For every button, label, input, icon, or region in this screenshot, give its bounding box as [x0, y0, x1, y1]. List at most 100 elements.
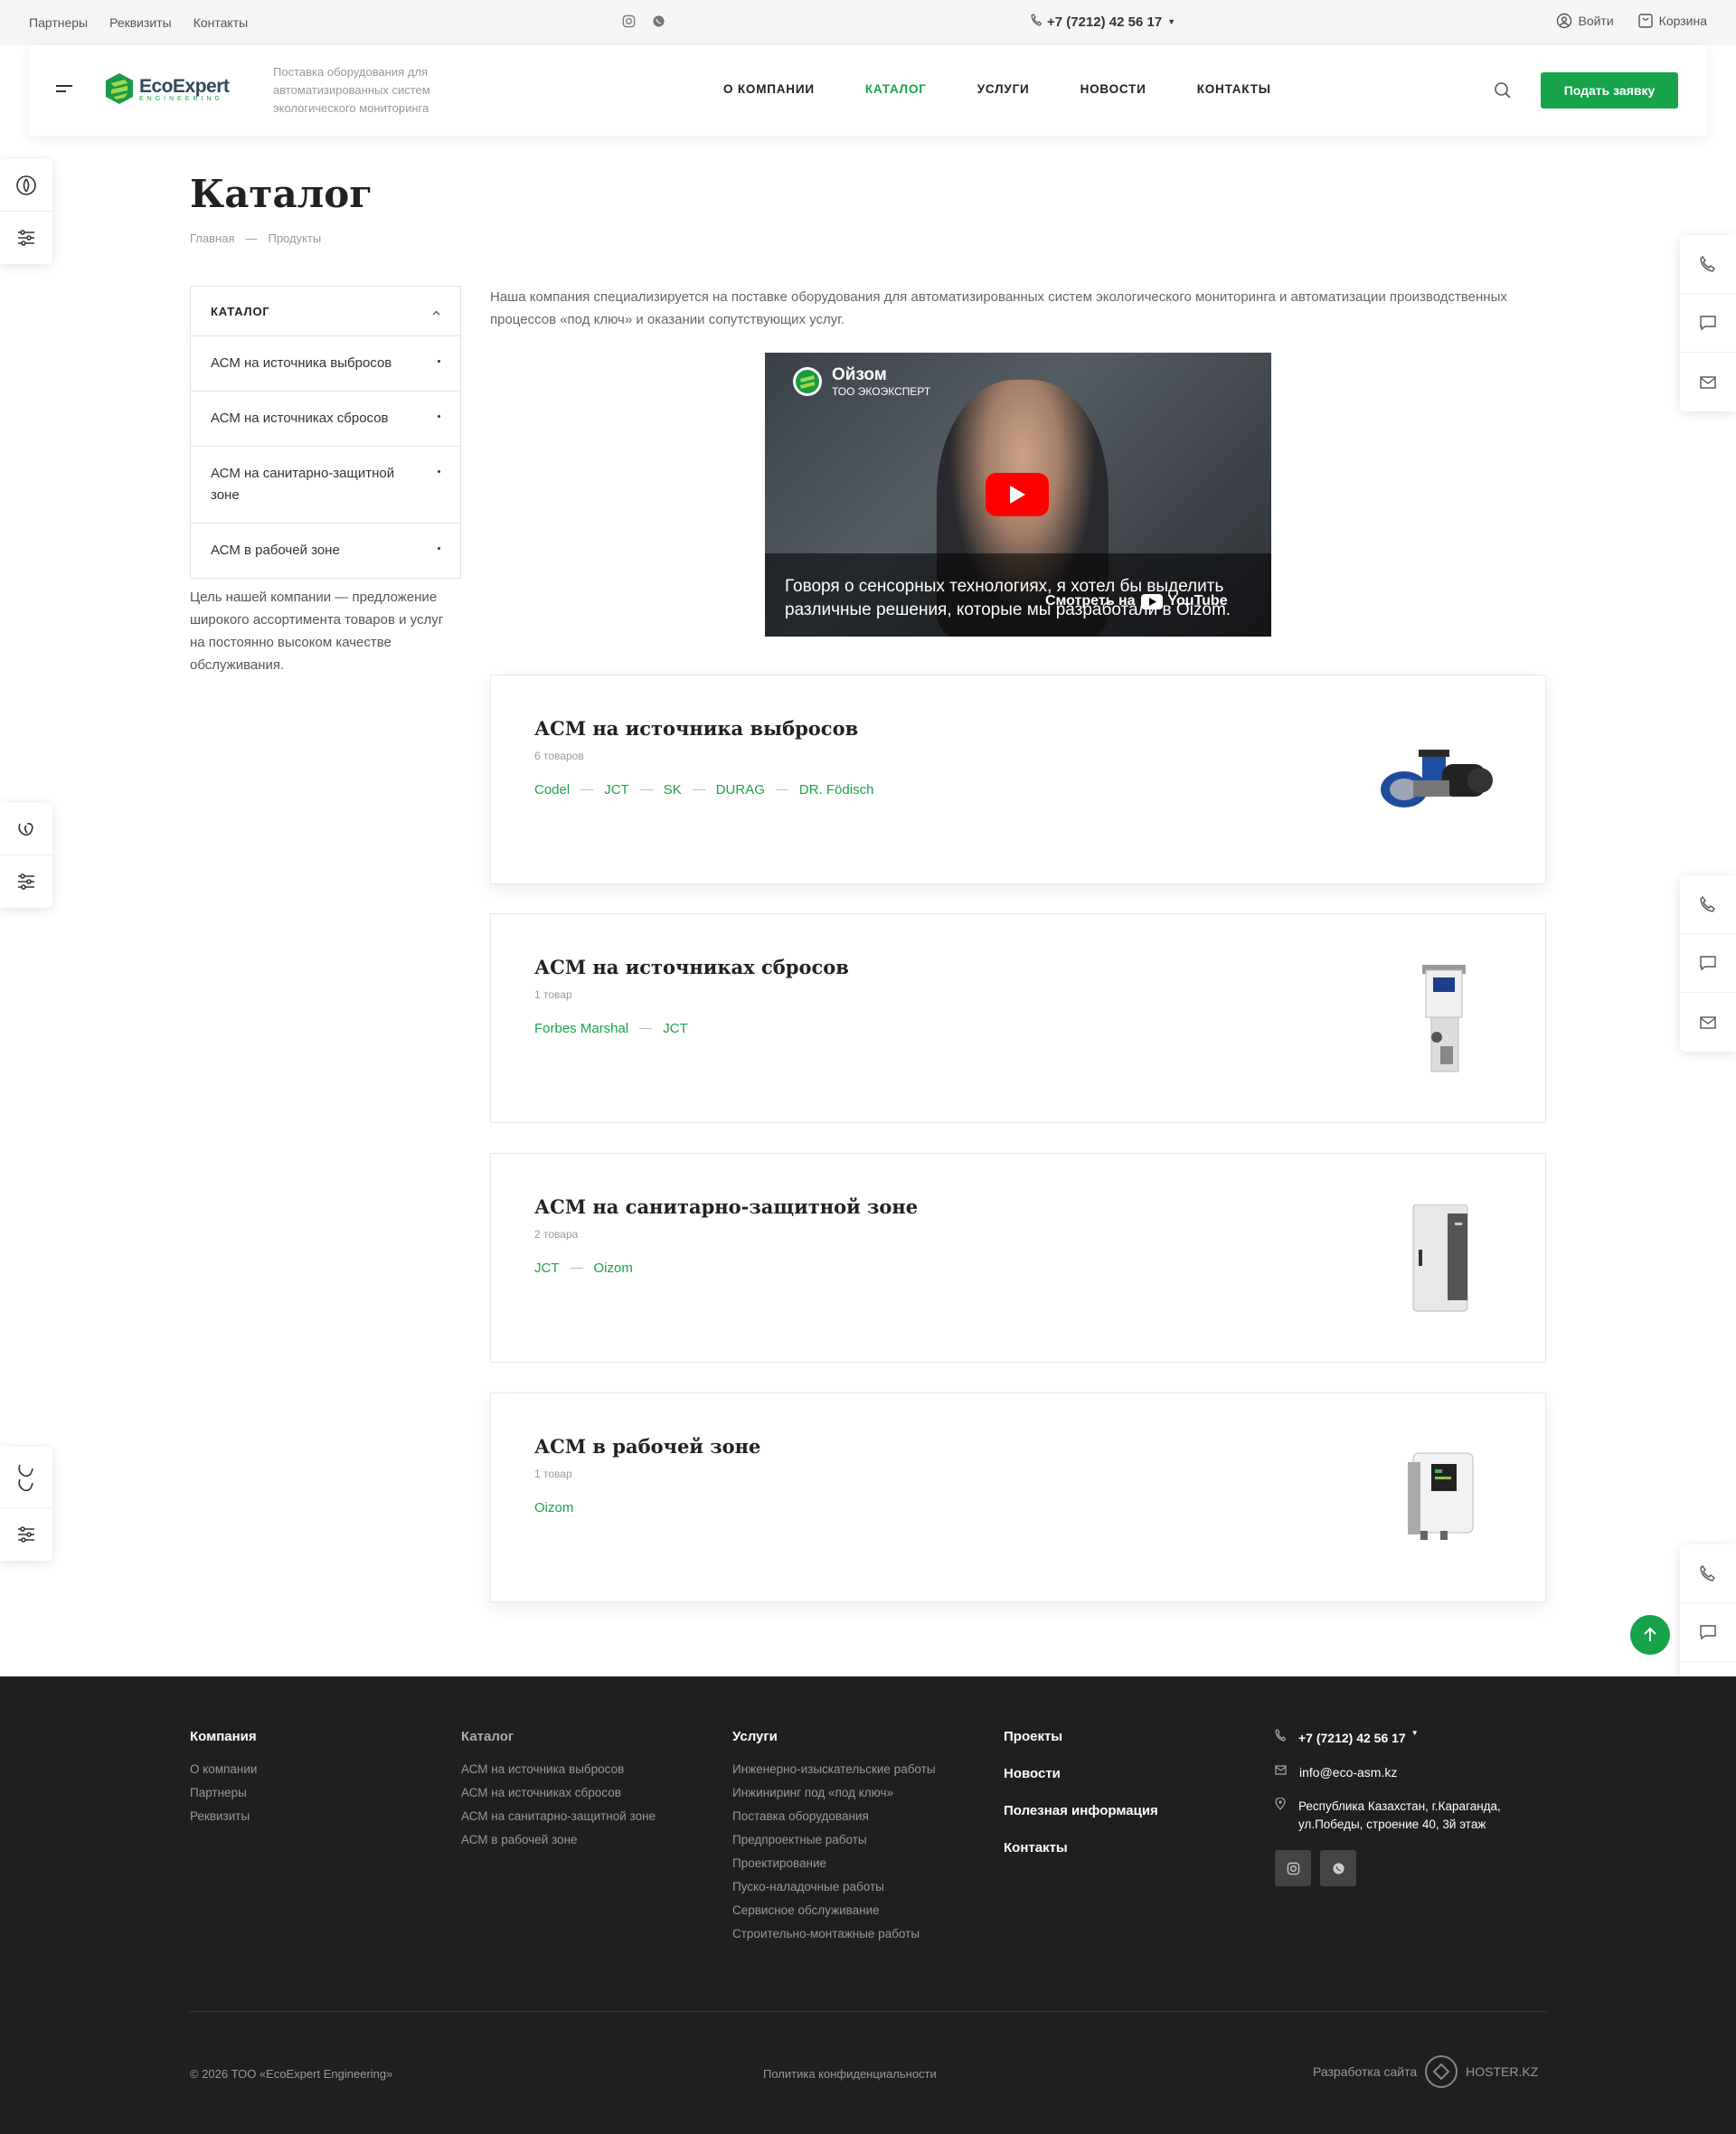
nav-item-contacts[interactable]: КОНТАКТЫ: [1197, 82, 1271, 96]
catalog-sidebar-item[interactable]: АСМ на источниках сбросов: [191, 392, 460, 447]
developer-credit[interactable]: Разработка сайта HOSTER.KZ: [1313, 2054, 1538, 2089]
product-image-indoor-monitor[interactable]: [1377, 1444, 1495, 1553]
footer-link[interactable]: Партнеры: [190, 1786, 257, 1799]
whatsapp-icon[interactable]: [1320, 1850, 1356, 1886]
category-card[interactable]: АСМ на источниках сбросов 1 товар Forbes…: [490, 913, 1546, 1123]
category-count: 1 товар: [534, 1468, 572, 1480]
brand-link[interactable]: DR. Födisch: [799, 782, 874, 798]
footer-link-projects[interactable]: Проекты: [1004, 1729, 1158, 1744]
nav-item-company[interactable]: О КОМПАНИИ: [723, 82, 815, 96]
chat-icon[interactable]: [1680, 294, 1736, 353]
instagram-icon[interactable]: [1275, 1850, 1311, 1886]
submit-request-button[interactable]: Подать заявку: [1541, 72, 1678, 109]
logo[interactable]: EcoExpert ENGINEERING: [105, 72, 230, 105]
expand-dot-icon: [438, 415, 440, 418]
watch-on-label: Смотреть на: [1045, 593, 1136, 609]
topbar-link-partners[interactable]: Партнеры: [29, 15, 88, 30]
search-icon[interactable]: [1494, 81, 1512, 104]
footer-heading-services[interactable]: Услуги: [732, 1729, 936, 1744]
brand-link[interactable]: DURAG: [716, 782, 765, 798]
topbar-link-contacts[interactable]: Контакты: [193, 15, 248, 30]
category-card[interactable]: АСМ на санитарно-защитной зоне 2 товара …: [490, 1153, 1546, 1363]
catalog-sidebar-item[interactable]: АСМ на источника выбросов: [191, 336, 460, 392]
footer-link[interactable]: Инжиниринг под «под ключ»: [732, 1786, 936, 1799]
video-embed[interactable]: Ойзом ТОО ЭКОЭКСПЕРТ Говоря о сенсорных …: [765, 353, 1271, 637]
footer-link[interactable]: Инженерно-изыскательские работы: [732, 1762, 936, 1776]
brand-separator: [775, 789, 788, 790]
scroll-to-top-button[interactable]: [1630, 1615, 1670, 1655]
product-image-emission-analyzer[interactable]: [1377, 726, 1495, 835]
nav-item-catalog[interactable]: КАТАЛОГ: [865, 82, 927, 96]
instagram-icon[interactable]: [622, 14, 636, 31]
privacy-policy-link[interactable]: Политика конфиденциальности: [763, 2067, 937, 2081]
category-title[interactable]: АСМ на санитарно-защитной зоне: [534, 1195, 918, 1218]
footer-link-contacts[interactable]: Контакты: [1004, 1840, 1158, 1855]
category-title[interactable]: АСМ в рабочей зоне: [534, 1435, 760, 1458]
footer-link[interactable]: АСМ на источниках сбросов: [461, 1786, 656, 1799]
footer-heading-catalog[interactable]: Каталог: [461, 1729, 656, 1744]
phone-icon: [1275, 1729, 1287, 1744]
footer-phone-row[interactable]: +7 (7212) 42 56 17 ▼: [1275, 1729, 1533, 1747]
settings-sliders-icon[interactable]: [0, 1508, 52, 1561]
footer-link[interactable]: Поставка оборудования: [732, 1809, 936, 1823]
footer-email-row[interactable]: info@eco-asm.kz: [1275, 1763, 1533, 1781]
catalog-sidebar: КАТАЛОГ АСМ на источника выбросов АСМ на…: [190, 286, 461, 579]
footer-link-useful-info[interactable]: Полезная информация: [1004, 1803, 1158, 1818]
footer-link-news[interactable]: Новости: [1004, 1766, 1158, 1781]
nav-item-services[interactable]: УСЛУГИ: [977, 82, 1030, 96]
footer-services-column: Услуги Инженерно-изыскательские работы И…: [732, 1729, 936, 1950]
category-card[interactable]: АСМ в рабочей зоне 1 товар Oizom: [490, 1393, 1546, 1602]
callback-icon[interactable]: [1680, 875, 1736, 934]
footer-link[interactable]: Предпроектные работы: [732, 1833, 936, 1846]
footer-link[interactable]: Проектирование: [732, 1856, 936, 1870]
theme-toggle-icon[interactable]: [0, 1447, 52, 1508]
nav-item-news[interactable]: НОВОСТИ: [1080, 82, 1146, 96]
footer-heading-company[interactable]: Компания: [190, 1729, 257, 1744]
footer-link[interactable]: АСМ на источника выбросов: [461, 1762, 656, 1776]
header-tagline: Поставка оборудования для автоматизирова…: [273, 65, 430, 115]
brand-link[interactable]: JCT: [663, 1021, 688, 1036]
category-title[interactable]: АСМ на источника выбросов: [534, 717, 858, 740]
login-link[interactable]: Войти: [1556, 13, 1614, 29]
topbar-link-requisites[interactable]: Реквизиты: [109, 15, 172, 30]
footer-link[interactable]: Строительно-монтажные работы: [732, 1927, 936, 1940]
menu-icon[interactable]: [56, 85, 72, 96]
footer-link[interactable]: Пуско-наладочные работы: [732, 1880, 936, 1893]
cart-link[interactable]: Корзина: [1637, 13, 1707, 29]
mail-icon[interactable]: [1680, 353, 1736, 411]
product-image-air-station[interactable]: [1377, 1204, 1495, 1313]
footer-link[interactable]: АСМ на санитарно-защитной зоне: [461, 1809, 656, 1823]
topbar-phone[interactable]: +7 (7212) 42 56 17 ▼: [1031, 14, 1175, 30]
brand-link[interactable]: Codel: [534, 782, 570, 798]
brand-link[interactable]: SK: [664, 782, 682, 798]
brand-link[interactable]: Forbes Marshal: [534, 1021, 628, 1036]
mail-icon[interactable]: [1680, 993, 1736, 1052]
settings-sliders-icon[interactable]: [0, 212, 52, 264]
theme-toggle-icon[interactable]: [0, 159, 52, 212]
product-image-water-analyzer[interactable]: [1377, 965, 1495, 1073]
footer-link[interactable]: Сервисное обслуживание: [732, 1903, 936, 1917]
watch-on-youtube-link[interactable]: Смотреть на YouTube: [1045, 593, 1228, 609]
theme-toggle-icon[interactable]: [0, 803, 52, 855]
chat-icon[interactable]: [1680, 1603, 1736, 1662]
footer-link[interactable]: АСМ в рабочей зоне: [461, 1833, 656, 1846]
category-card[interactable]: АСМ на источника выбросов 6 товаров Code…: [490, 675, 1546, 884]
whatsapp-icon[interactable]: [652, 14, 665, 31]
settings-sliders-icon[interactable]: [0, 855, 52, 908]
catalog-sidebar-item[interactable]: АСМ в рабочей зоне: [191, 524, 460, 578]
brand-link[interactable]: Oizom: [594, 1261, 633, 1276]
brand-link[interactable]: Oizom: [534, 1500, 573, 1516]
breadcrumb-home[interactable]: Главная: [190, 231, 234, 245]
brand-link[interactable]: JCT: [534, 1261, 560, 1276]
catalog-sidebar-item-label: АСМ на источника выбросов: [211, 355, 392, 371]
category-title[interactable]: АСМ на источниках сбросов: [534, 956, 849, 978]
callback-icon[interactable]: [1680, 235, 1736, 294]
footer-link[interactable]: О компании: [190, 1762, 257, 1776]
callback-icon[interactable]: [1680, 1544, 1736, 1603]
brand-link[interactable]: JCT: [604, 782, 629, 798]
catalog-sidebar-header[interactable]: КАТАЛОГ: [191, 287, 460, 336]
catalog-sidebar-item[interactable]: АСМ на санитарно-защитной зоне: [191, 447, 460, 524]
chat-icon[interactable]: [1680, 934, 1736, 993]
footer-link[interactable]: Реквизиты: [190, 1809, 257, 1823]
play-icon[interactable]: [986, 473, 1049, 516]
